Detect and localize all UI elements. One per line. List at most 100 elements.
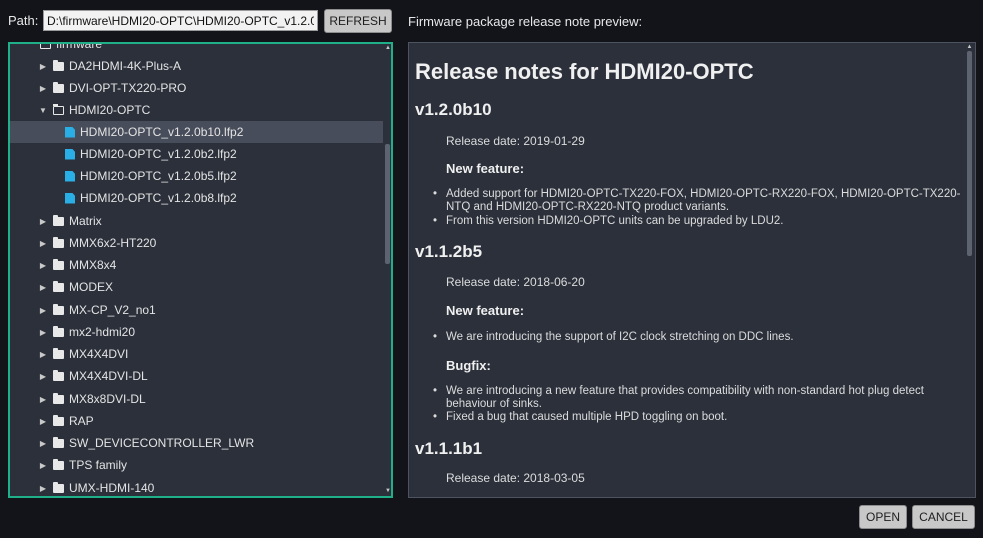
path-label: Path:	[8, 13, 39, 28]
chevron-right-icon[interactable]: ▶	[38, 239, 48, 248]
chevron-right-icon[interactable]: ▶	[38, 372, 48, 381]
tree-scrollbar-track[interactable]	[384, 44, 391, 496]
folder-icon	[53, 214, 64, 226]
tree-item-label: MMX6x2-HT220	[69, 236, 157, 250]
tree-item-da2hdmi[interactable]: ▶ DA2HDMI-4K-Plus-A	[10, 55, 383, 77]
release-date: Release date: 2018-06-20	[446, 275, 585, 289]
tree-item-mx2-hdmi20[interactable]: ▶ mx2-hdmi20	[10, 321, 383, 343]
tree-item-label: MMX8x4	[69, 258, 117, 272]
chevron-right-icon[interactable]: ▶	[38, 84, 48, 93]
chevron-right-icon[interactable]: ▶	[38, 395, 48, 404]
tree-item-label: HDMI20-OPTC_v1.2.0b10.lfp2	[80, 125, 244, 139]
chevron-down-icon[interactable]: ▼	[38, 106, 48, 115]
tree-item-label: MX4X4DVI	[69, 347, 129, 361]
tree-item-modex[interactable]: ▶ MODEX	[10, 276, 383, 298]
section-heading: Bugfix:	[446, 358, 491, 373]
folder-icon	[53, 258, 64, 270]
notes-scrollbar-thumb[interactable]	[967, 51, 972, 256]
cancel-button[interactable]: CANCEL	[912, 505, 975, 529]
tree-item-mx4x4dvi[interactable]: ▶ MX4X4DVI	[10, 343, 383, 365]
file-icon	[65, 170, 75, 182]
chevron-right-icon[interactable]: ▶	[38, 461, 48, 470]
chevron-right-icon[interactable]: ▶	[38, 306, 48, 315]
tree-item-label: MX-CP_V2_no1	[69, 303, 156, 317]
chevron-right-icon[interactable]: ▶	[38, 439, 48, 448]
tree-file-v1.2.0b2[interactable]: HDMI20-OPTC_v1.2.0b2.lfp2	[10, 143, 383, 165]
folder-icon	[53, 481, 64, 493]
chevron-right-icon[interactable]: ▶	[38, 484, 48, 493]
tree-item-label: DA2HDMI-4K-Plus-A	[69, 59, 182, 73]
open-button[interactable]: OPEN	[859, 505, 907, 529]
tree-item-hdmi20-optc[interactable]: ▼ HDMI20-OPTC	[10, 99, 383, 121]
tree-item-mx8x8dvi-dl[interactable]: ▶ MX8x8DVI-DL	[10, 388, 383, 410]
tree-item-label: HDMI20-OPTC_v1.2.0b2.lfp2	[80, 147, 237, 161]
file-icon	[65, 126, 75, 138]
scroll-up-icon[interactable]: ▲	[385, 45, 391, 51]
tree-file-v1.2.0b5[interactable]: HDMI20-OPTC_v1.2.0b5.lfp2	[10, 165, 383, 187]
folder-icon	[53, 81, 64, 93]
tree-item-label: UMX-HDMI-140	[69, 481, 155, 495]
chevron-right-icon[interactable]: ▶	[38, 283, 48, 292]
tree-item-rap[interactable]: ▶ RAP	[10, 410, 383, 432]
scroll-up-icon[interactable]: ▲	[966, 44, 973, 50]
folder-icon	[53, 436, 64, 448]
tree-item-label: firmware	[56, 42, 103, 51]
chevron-right-icon[interactable]: ▶	[38, 62, 48, 71]
folder-open-icon	[53, 103, 64, 115]
tree-item-mmx6x2[interactable]: ▶ MMX6x2-HT220	[10, 232, 383, 254]
tree-scrollbar-thumb[interactable]	[385, 144, 390, 264]
tree-item-label: DVI-OPT-TX220-PRO	[69, 81, 187, 95]
tree-file-v1.2.0b8[interactable]: HDMI20-OPTC_v1.2.0b8.lfp2	[10, 187, 383, 209]
tree-item-label: MX4X4DVI-DL	[69, 369, 148, 383]
tree-file-v1.2.0b10[interactable]: HDMI20-OPTC_v1.2.0b10.lfp2	[10, 121, 383, 143]
scroll-down-icon[interactable]: ▼	[385, 488, 391, 494]
tree-item-mmx8x4[interactable]: ▶ MMX8x4	[10, 254, 383, 276]
chevron-right-icon[interactable]: ▶	[38, 261, 48, 270]
tree-item-label: HDMI20-OPTC	[69, 103, 151, 117]
folder-open-icon	[40, 44, 51, 49]
tree-item-mx4x4dvi-dl[interactable]: ▶ MX4X4DVI-DL	[10, 365, 383, 387]
folder-icon	[53, 280, 64, 292]
tree-item-label: mx2-hdmi20	[69, 325, 136, 339]
version-heading: v1.1.1b1	[415, 439, 483, 458]
chevron-right-icon[interactable]: ▶	[38, 350, 48, 359]
tree-item-label: SW_DEVICECONTROLLER_LWR	[69, 436, 255, 450]
tree-item-matrix[interactable]: ▶ Matrix	[10, 210, 383, 232]
chevron-right-icon[interactable]: ▶	[38, 328, 48, 337]
tree-item-label: HDMI20-OPTC_v1.2.0b5.lfp2	[80, 169, 237, 183]
chevron-right-icon[interactable]: ▶	[38, 217, 48, 226]
release-notes-panel[interactable]: Release notes for HDMI20-OPTC v1.2.0b10 …	[408, 42, 976, 498]
tree-item-firmware[interactable]: firmware	[10, 42, 383, 55]
folder-icon	[53, 325, 64, 337]
folder-icon	[53, 369, 64, 381]
path-input[interactable]	[43, 10, 318, 31]
release-date: Release date: 2018-03-05	[446, 471, 585, 485]
tree-item-umx-hdmi-140[interactable]: ▶ UMX-HDMI-140	[10, 477, 383, 496]
folder-icon	[53, 392, 64, 404]
tree-item-label: MODEX	[69, 280, 114, 294]
tree-item-mx-cp[interactable]: ▶ MX-CP_V2_no1	[10, 299, 383, 321]
preview-label: Firmware package release note preview:	[408, 14, 643, 29]
folder-icon	[53, 458, 64, 470]
refresh-button[interactable]: REFRESH	[324, 9, 392, 33]
chevron-right-icon[interactable]: ▶	[38, 417, 48, 426]
folder-icon	[53, 347, 64, 359]
folder-icon	[53, 236, 64, 248]
tree-item-label: Matrix	[69, 214, 102, 228]
tree-item-label: MX8x8DVI-DL	[69, 392, 146, 406]
notes-title: Release notes for HDMI20-OPTC	[415, 59, 754, 84]
version-heading: v1.1.2b5	[415, 242, 483, 261]
file-icon	[65, 192, 75, 204]
tree-item-label: HDMI20-OPTC_v1.2.0b8.lfp2	[80, 191, 237, 205]
release-date: Release date: 2019-01-29	[446, 134, 585, 148]
tree-item-dvi-opt[interactable]: ▶ DVI-OPT-TX220-PRO	[10, 77, 383, 99]
folder-icon	[53, 414, 64, 426]
file-icon	[65, 148, 75, 160]
section-heading: New feature:	[446, 161, 525, 176]
tree-item-sw-devicecontroller[interactable]: ▶ SW_DEVICECONTROLLER_LWR	[10, 432, 383, 454]
tree-item-tps-family[interactable]: ▶ TPS family	[10, 454, 383, 476]
firmware-tree[interactable]: firmware ▶ DA2HDMI-4K-Plus-A ▶ DVI-OPT-T…	[8, 42, 393, 498]
tree-item-label: RAP	[69, 414, 94, 428]
section-heading: New feature:	[446, 303, 525, 318]
version-heading: v1.2.0b10	[415, 100, 492, 119]
